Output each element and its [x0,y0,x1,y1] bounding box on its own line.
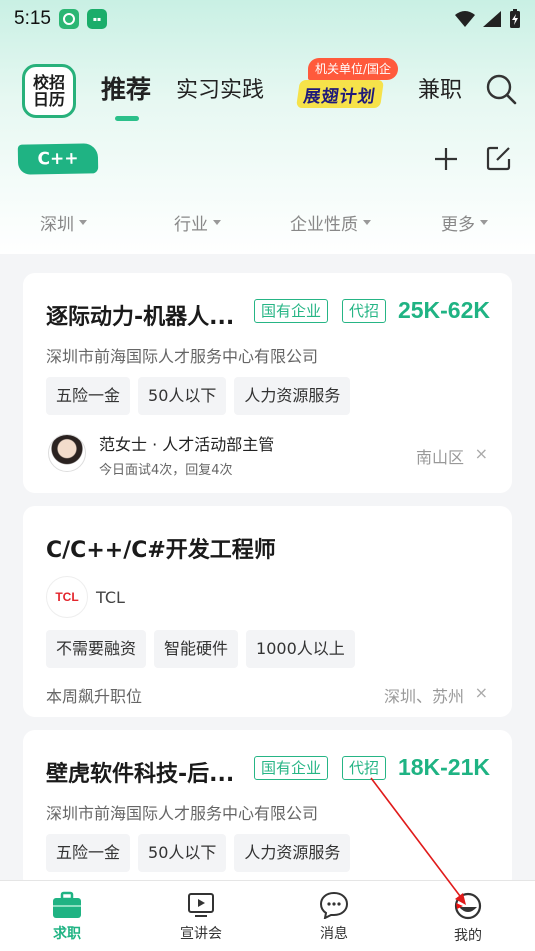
job-title: 逐际动力-机器人... [46,305,235,330]
job-title: C/C++/C#开发工程师 [46,538,276,563]
tab-recommend[interactable]: 推荐 [101,70,151,106]
proxy-badge: 代招 [342,756,387,780]
edit-icon[interactable] [486,145,512,171]
app-logo[interactable]: 校招 日历 [22,64,76,118]
filter-company-type-label: 企业性质 [290,215,358,235]
tag-chip: 人力资源服务 [234,834,351,872]
filter-industry[interactable]: 行业 [174,210,221,235]
avatar [48,434,86,472]
job-title: 壁虎软件科技-后... [46,762,235,787]
trending-note: 本周飙升职位 [46,687,143,706]
tag-chip: 50人以下 [138,377,227,415]
keyword-tag[interactable]: C++ [17,143,99,175]
nav-seminars[interactable]: 宣讲会 [156,881,246,951]
close-icon[interactable]: × [475,444,488,463]
promo-banner[interactable]: 展翅计划 [296,80,384,108]
salary: 25K-62K [397,297,490,323]
company-type-badge: 国有企业 [254,299,329,323]
filter-company-type[interactable]: 企业性质 [290,210,371,235]
tab-active-indicator [115,116,139,121]
tab-internship[interactable]: 实习实践 [176,72,264,104]
nav-jobs-label: 求职 [53,926,81,942]
filter-city[interactable]: 深圳 [40,210,87,235]
chevron-down-icon [363,220,371,225]
chat-bubble-icon [319,891,349,919]
tag-chip: 1000人以上 [246,630,355,668]
top-nav: 校招 日历 推荐 实习实践 机关单位/国企 展翅计划 兼职 [0,56,535,122]
logo-text-line1: 校招 [32,73,65,92]
tag-list: 五险一金 50人以下 人力资源服务 [46,834,351,872]
job-location: 南山区 [415,448,464,467]
nav-messages-label: 消息 [320,926,348,942]
tag-list: 不需要融资 智能硬件 1000人以上 [46,630,355,668]
logo-text-line2: 日历 [32,90,65,109]
filter-bar: 深圳 行业 企业性质 更多 [0,204,535,240]
filter-more[interactable]: 更多 [441,210,488,235]
company-name: 深圳市前海国际人才服务中心有限公司 [46,804,319,823]
recruiter-activity: 今日面试4次，回复4次 [99,463,233,478]
nav-messages[interactable]: 消息 [289,881,379,951]
wifi-icon [455,11,475,27]
salary: 18K-21K [397,754,490,780]
nav-profile[interactable]: 我的 [423,881,513,951]
job-card[interactable]: 逐际动力-机器人... 国有企业 代招 25K-62K 深圳市前海国际人才服务中… [23,273,512,493]
status-time: 5:15 [14,8,51,29]
battery-icon [510,9,520,28]
job-card[interactable]: C/C++/C#开发工程师 TCL TCL 不需要融资 智能硬件 1000人以上… [23,506,512,717]
profile-icon [454,892,482,920]
proxy-badge: 代招 [342,299,387,323]
nav-profile-label: 我的 [454,928,482,944]
tag-chip: 50人以下 [138,834,227,872]
nav-seminars-label: 宣讲会 [180,926,222,942]
job-card[interactable]: 壁虎软件科技-后... 国有企业 代招 18K-21K 深圳市前海国际人才服务中… [23,730,512,890]
filter-more-label: 更多 [441,215,475,235]
status-bar: 5:15 ▪▪ [0,0,535,38]
job-location: 深圳、苏州 [383,687,464,706]
company-name: TCL [96,588,125,607]
tag-list: 五险一金 50人以下 人力资源服务 [46,377,351,415]
tag-chip: 不需要融资 [46,630,147,668]
company-name: 深圳市前海国际人才服务中心有限公司 [46,347,319,366]
tag-chip: 五险一金 [46,377,131,415]
briefcase-icon [53,891,81,918]
app-notification-icon [58,9,79,29]
tag-chip: 智能硬件 [154,630,239,668]
chevron-down-icon [79,220,87,225]
company-logo: TCL [46,576,88,618]
company-type-badge: 国有企业 [254,756,329,780]
recruiter-name: 范女士 · 人才活动部主管 [99,435,275,454]
nav-jobs[interactable]: 求职 [22,881,112,951]
filter-industry-label: 行业 [174,215,208,235]
search-icon[interactable] [484,72,518,106]
tag-chip: 五险一金 [46,834,131,872]
signal-icon [483,11,501,27]
bottom-nav: 求职 宣讲会 消息 我的 [0,880,535,951]
close-icon[interactable]: × [475,683,488,702]
filter-city-label: 深圳 [40,215,74,235]
play-screen-icon [188,893,214,917]
chevron-down-icon [480,220,488,225]
app-notification-icon-2: ▪▪ [86,9,107,29]
add-icon[interactable] [432,145,460,173]
tab-parttime[interactable]: 兼职 [418,72,462,104]
chevron-down-icon [213,220,221,225]
tag-chip: 人力资源服务 [234,377,351,415]
promo-badge: 机关单位/国企 [308,58,399,80]
